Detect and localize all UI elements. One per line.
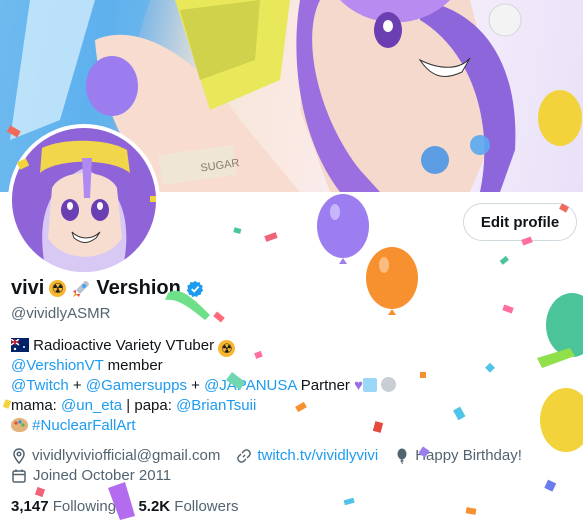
joined-date: Joined October 2011 [33,467,172,484]
display-name-suffix: Vershion [96,277,181,299]
bio-text: + [68,377,86,394]
rocket-icon [71,279,91,299]
display-name-row: vivi ☢ Vershion [11,277,204,300]
followers-link[interactable]: 5.2K Followers [138,498,238,515]
bio-line: mama: @un_eta | papa: @BrianTsuii [11,396,396,416]
profile-bio: Radioactive Variety VTuber ☢ @VershionVT… [10,336,397,436]
balloon-icon [366,247,418,315]
user-handle: @vividlyASMR [11,305,111,322]
display-name: vivi [11,277,45,299]
radioactive-icon: ☢ [49,280,67,297]
mention-link[interactable]: @un_eta [61,397,122,414]
bio-tagline: Radioactive Variety VTuber [33,337,215,354]
balloon-icon [546,293,583,357]
balloon-icon [394,448,410,464]
radioactive-icon: ☢ [218,340,236,357]
joined-row: Joined October 2011 [11,467,171,484]
location-item: vividlyviviofficial@gmail.com [11,447,220,464]
hashtag-link[interactable]: #NuclearFallArt [32,417,135,434]
bio-text: Partner [296,377,350,394]
following-label: Following [52,498,117,515]
birthday-text: Happy Birthday! [415,447,522,464]
balloon-icon [540,388,583,452]
australia-flag-icon [10,338,29,352]
mention-link[interactable]: @VershionVT [11,357,104,374]
bio-text: mama: [11,397,62,414]
profile-meta: vividlyviviofficial@gmail.com twitch.tv/… [11,447,532,464]
profile-avatar[interactable] [8,124,160,276]
location-text: vividlyviviofficial@gmail.com [32,447,221,464]
bio-text: | papa: [122,397,177,414]
disc-icon [381,377,397,392]
verified-badge-icon[interactable] [186,280,204,298]
following-count: 3,147 [11,498,49,515]
mention-link[interactable]: @BrianTsuii [176,397,256,414]
followers-count: 5.2K [138,498,171,515]
bio-line: @Twitch + @Gamersupps + @JAPANUSA Partne… [11,376,397,396]
website-link[interactable]: twitch.tv/vividlyvivi [257,447,378,464]
followers-label: Followers [174,498,239,515]
birthday-item: Happy Birthday! [394,447,522,464]
mention-link[interactable]: @Twitch [11,377,69,394]
bio-line: Radioactive Variety VTuber ☢ [10,336,396,357]
bio-text: + [186,377,205,394]
cup-icon [363,378,377,392]
mention-link[interactable]: @JAPANUSA [204,377,296,394]
calendar-icon [11,468,27,484]
palette-icon [11,418,28,432]
purple-heart-icon: ♥ [354,377,363,394]
balloon-icon [317,194,369,264]
location-icon [11,447,27,464]
website-item: twitch.tv/vividlyvivi [236,447,378,464]
follow-stats: 3,147 Following 5.2K Followers [11,498,238,515]
link-icon [236,448,252,464]
following-link[interactable]: 3,147 Following [11,498,116,515]
bio-text: member [103,357,163,374]
edit-profile-button[interactable]: Edit profile [463,203,577,241]
bio-line: #NuclearFallArt [11,416,396,436]
bio-line: @VershionVT member [11,356,396,376]
mention-link[interactable]: @Gamersupps [86,377,187,394]
